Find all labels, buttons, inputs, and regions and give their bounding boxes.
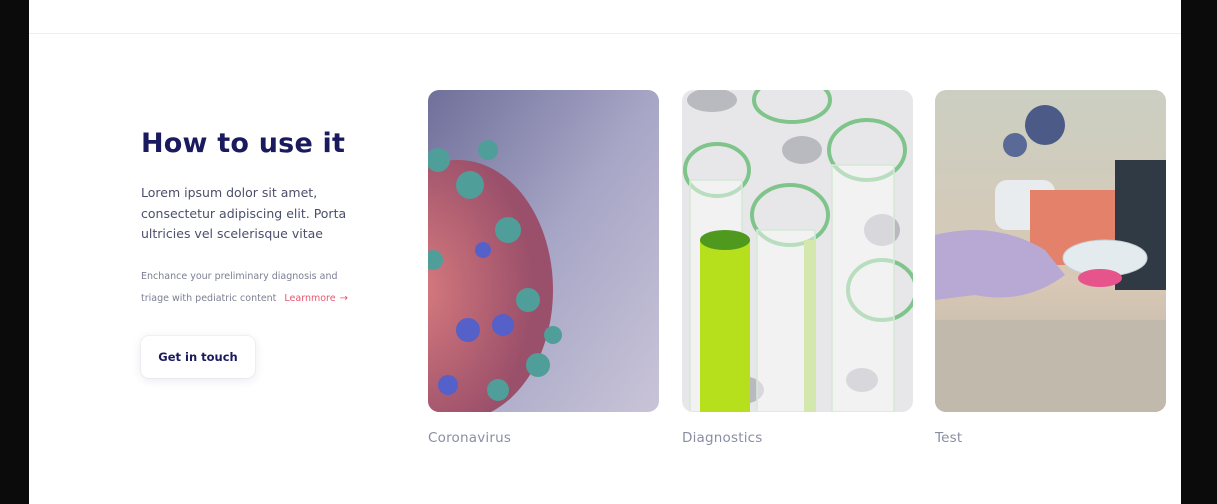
test-image	[935, 90, 1166, 412]
card-caption: Coronavirus	[428, 430, 512, 446]
top-divider	[29, 33, 1181, 34]
lead-line-2: consectetur adipiscing elit. Porta	[141, 205, 347, 221]
arrow-right-icon: →	[339, 292, 348, 304]
section-note: Enchance your preliminary diagnosis and …	[141, 266, 401, 309]
note-line-2-text: triage with pediatric content	[141, 292, 277, 304]
get-in-touch-button[interactable]: Get in touch	[141, 336, 255, 378]
card-test[interactable]: Test	[935, 90, 1166, 446]
section-title: How to use it	[141, 128, 346, 159]
learn-more-label: Learnmore	[284, 292, 336, 304]
right-edge-bar	[1181, 0, 1217, 504]
note-line-1: Enchance your preliminary diagnosis and	[141, 271, 338, 282]
learn-more-link[interactable]: Learnmore →	[284, 293, 348, 304]
card-caption: Test	[935, 430, 963, 446]
lead-line-3: ultricies vel scelerisque vitae	[141, 226, 323, 241]
lead-line-1: Lorem ipsum dolor sit amet,	[141, 185, 318, 200]
coronavirus-image	[428, 90, 659, 412]
section-lead-text: Lorem ipsum dolor sit amet, consectetur …	[141, 183, 391, 245]
page-content: How to use it Lorem ipsum dolor sit amet…	[29, 0, 1181, 504]
diagnostics-image	[682, 90, 913, 412]
card-coronavirus[interactable]: Coronavirus	[428, 90, 659, 446]
card-diagnostics[interactable]: Diagnostics	[682, 90, 913, 446]
note-line-2: triage with pediatric content Learnmore →	[141, 288, 401, 310]
card-caption: Diagnostics	[682, 430, 763, 446]
